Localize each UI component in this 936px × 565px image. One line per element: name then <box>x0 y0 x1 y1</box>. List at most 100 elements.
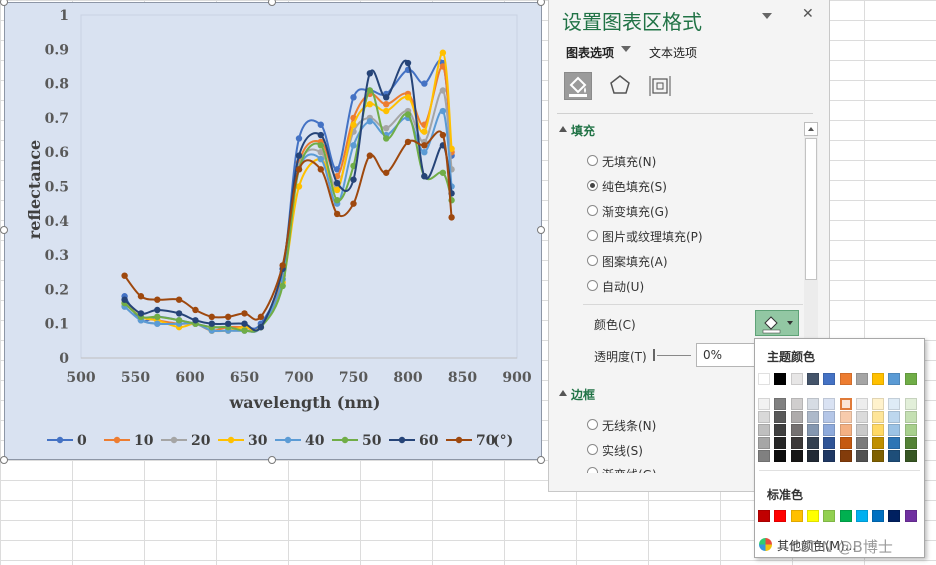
theme-shade-swatch[interactable] <box>790 411 803 423</box>
scroll-up-button[interactable] <box>804 122 818 136</box>
fill-radio-2[interactable] <box>587 205 598 216</box>
theme-color-swatch[interactable] <box>872 373 885 385</box>
border-option-clipped[interactable]: 渐变线(G) <box>587 467 707 473</box>
theme-shade-swatch[interactable] <box>823 398 836 410</box>
fill-radio-0[interactable] <box>587 155 598 166</box>
theme-color-swatch[interactable] <box>758 373 770 385</box>
theme-shade-swatch[interactable] <box>758 411 770 423</box>
theme-color-swatch[interactable] <box>774 373 787 385</box>
fill-option-label[interactable]: 纯色填充(S) <box>602 178 667 195</box>
fill-radio-5[interactable] <box>587 280 598 291</box>
standard-color-swatch[interactable] <box>758 510 770 522</box>
border-option-label[interactable]: 无线条(N) <box>602 417 656 434</box>
theme-shade-swatch[interactable] <box>774 424 787 436</box>
theme-shade-swatch[interactable] <box>758 437 770 449</box>
standard-color-swatch[interactable] <box>823 510 836 522</box>
theme-shade-swatch[interactable] <box>872 424 885 436</box>
border-radio-0[interactable] <box>587 419 598 430</box>
theme-shade-swatch[interactable] <box>855 450 868 462</box>
theme-shade-swatch[interactable] <box>839 424 852 436</box>
transparency-slider[interactable] <box>657 355 691 356</box>
theme-shade-swatch[interactable] <box>855 424 868 436</box>
fill-option-label[interactable]: 渐变填充(G) <box>602 203 669 220</box>
theme-color-swatch[interactable] <box>855 373 868 385</box>
theme-shade-swatch[interactable] <box>758 450 770 462</box>
theme-color-swatch[interactable] <box>904 373 917 385</box>
fill-radio-1[interactable] <box>587 180 598 191</box>
chevron-down-icon[interactable] <box>621 46 631 52</box>
resize-handle-bc[interactable] <box>268 456 276 464</box>
fill-option-label[interactable]: 无填充(N) <box>602 153 656 170</box>
size-properties-tab[interactable] <box>647 72 675 100</box>
theme-shade-swatch[interactable] <box>904 424 917 436</box>
section-border-heading[interactable]: 边框 <box>571 386 595 403</box>
theme-shade-swatch[interactable] <box>839 411 852 423</box>
collapse-triangle-icon[interactable] <box>559 390 567 396</box>
theme-shade-swatch[interactable] <box>888 411 901 423</box>
theme-shade-swatch[interactable] <box>774 450 787 462</box>
theme-shade-swatch[interactable] <box>790 424 803 436</box>
theme-color-swatch[interactable] <box>839 373 852 385</box>
theme-shade-swatch[interactable] <box>855 411 868 423</box>
theme-shade-swatch[interactable] <box>790 450 803 462</box>
theme-shade-swatch[interactable] <box>758 398 770 410</box>
standard-color-swatch[interactable] <box>888 510 901 522</box>
resize-handle-bl[interactable] <box>0 456 8 464</box>
theme-shade-swatch[interactable] <box>823 450 836 462</box>
theme-color-swatch[interactable] <box>823 373 836 385</box>
theme-shade-swatch[interactable] <box>872 450 885 462</box>
resize-handle-mr[interactable] <box>537 226 545 234</box>
border-radio-1[interactable] <box>587 444 598 455</box>
theme-shade-swatch[interactable] <box>758 424 770 436</box>
standard-color-swatch[interactable] <box>790 510 803 522</box>
pane-options-button[interactable] <box>761 9 773 25</box>
theme-shade-swatch[interactable] <box>904 450 917 462</box>
theme-shade-swatch[interactable] <box>774 437 787 449</box>
theme-shade-swatch[interactable] <box>806 437 819 449</box>
standard-color-swatch[interactable] <box>904 510 917 522</box>
fill-option-label[interactable]: 自动(U) <box>602 278 644 295</box>
standard-color-swatch[interactable] <box>806 510 819 522</box>
theme-shade-swatch[interactable] <box>855 398 868 410</box>
theme-shade-swatch[interactable] <box>806 450 819 462</box>
theme-color-swatch[interactable] <box>806 373 819 385</box>
fill-color-button[interactable] <box>755 310 799 336</box>
standard-color-swatch[interactable] <box>774 510 787 522</box>
theme-shade-swatch[interactable] <box>823 411 836 423</box>
theme-shade-swatch[interactable] <box>872 411 885 423</box>
theme-shade-swatch[interactable] <box>904 398 917 410</box>
theme-shade-swatch[interactable] <box>872 437 885 449</box>
theme-shade-swatch[interactable] <box>839 437 852 449</box>
border-option-label[interactable]: 实线(S) <box>602 442 643 459</box>
theme-shade-swatch[interactable] <box>855 437 868 449</box>
theme-shade-swatch[interactable] <box>774 398 787 410</box>
theme-shade-swatch[interactable] <box>888 424 901 436</box>
theme-shade-swatch[interactable] <box>790 398 803 410</box>
theme-shade-swatch[interactable] <box>839 450 852 462</box>
fill-option-label[interactable]: 图案填充(A) <box>602 253 668 270</box>
theme-color-swatch[interactable] <box>790 373 803 385</box>
fill-line-tab[interactable] <box>564 72 592 100</box>
theme-shade-swatch[interactable] <box>904 411 917 423</box>
chart-area[interactable]: 0 0.1 0.2 0.3 0.4 0.5 0.6 0.7 0.8 0.9 1 500 550 600 65… <box>4 2 542 460</box>
theme-shade-swatch[interactable] <box>888 398 901 410</box>
border-option-label[interactable]: 渐变线(G) <box>602 467 657 473</box>
fill-option-label[interactable]: 图片或纹理填充(P) <box>602 228 703 245</box>
theme-shade-swatch[interactable] <box>790 437 803 449</box>
theme-shade-swatch[interactable] <box>904 437 917 449</box>
theme-shade-swatch[interactable] <box>839 398 852 410</box>
fill-radio-3[interactable] <box>587 230 598 241</box>
theme-shade-swatch[interactable] <box>888 450 901 462</box>
tab-chart-options[interactable]: 图表选项 <box>566 44 614 61</box>
theme-shade-swatch[interactable] <box>774 411 787 423</box>
transparency-slider-thumb[interactable] <box>653 349 655 361</box>
effects-tab[interactable] <box>607 72 635 100</box>
standard-color-swatch[interactable] <box>839 510 852 522</box>
theme-shade-swatch[interactable] <box>888 437 901 449</box>
theme-shade-swatch[interactable] <box>823 424 836 436</box>
scroll-thumb[interactable] <box>805 138 817 280</box>
resize-handle-ml[interactable] <box>0 226 8 234</box>
theme-shade-swatch[interactable] <box>806 424 819 436</box>
collapse-triangle-icon[interactable] <box>559 126 567 132</box>
theme-shade-swatch[interactable] <box>823 437 836 449</box>
